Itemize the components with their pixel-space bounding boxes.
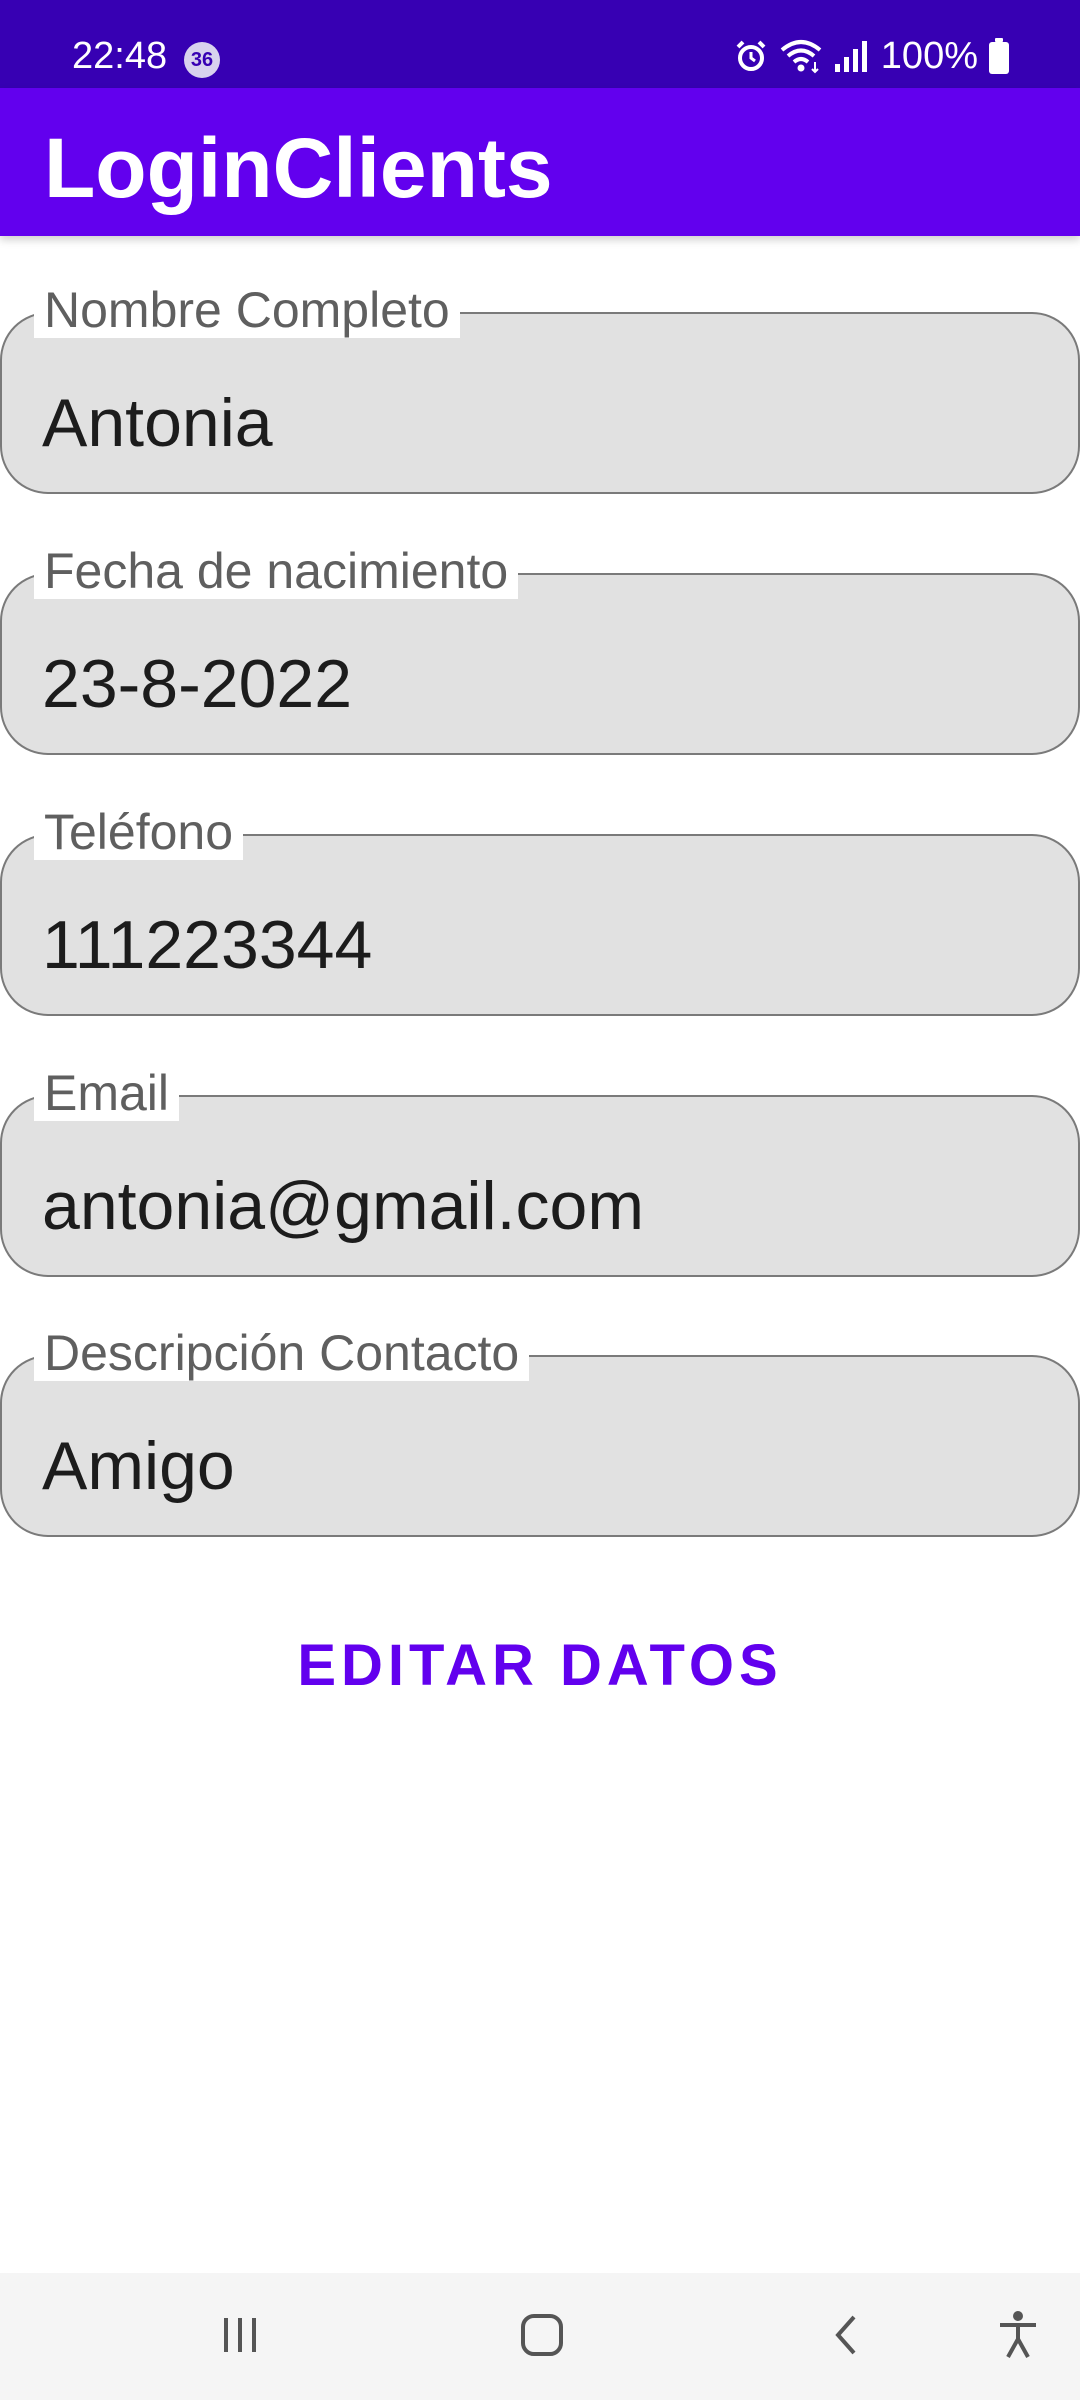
field-label: Email [34, 1065, 180, 1121]
field-descripcion-contacto[interactable]: Descripción Contacto Amigo [0, 1325, 1080, 1537]
status-icons: 100% [733, 34, 1010, 78]
signal-icon [833, 38, 867, 74]
wifi-icon [779, 38, 823, 74]
field-fecha-nacimiento[interactable]: Fecha de nacimiento 23-8-2022 [0, 543, 1080, 755]
accessibility-button[interactable] [976, 2295, 1060, 2379]
battery-percent: 100% [880, 35, 978, 77]
fecha-input[interactable]: 23-8-2022 [42, 645, 1022, 723]
field-telefono[interactable]: Teléfono 111223344 [0, 804, 1080, 1016]
edit-data-button[interactable]: EDITAR DATOS [240, 1620, 840, 1710]
status-time: 22:48 [72, 35, 168, 77]
navigation-bar [0, 2273, 1080, 2400]
telefono-input[interactable]: 111223344 [42, 906, 1022, 984]
back-icon [826, 2311, 866, 2364]
field-nombre-completo[interactable]: Nombre Completo Antonia [0, 282, 1080, 494]
home-button[interactable] [500, 2295, 584, 2379]
field-label: Fecha de nacimiento [34, 543, 519, 599]
recents-button[interactable] [198, 2295, 282, 2379]
home-icon [518, 2311, 566, 2364]
field-label: Descripción Contacto [34, 1325, 530, 1381]
field-label: Teléfono [34, 804, 244, 860]
alarm-icon [733, 38, 769, 74]
email-input[interactable]: antonia@gmail.com [42, 1167, 1022, 1245]
nombre-input[interactable]: Antonia [42, 384, 1022, 462]
notification-badge: 36 [184, 42, 220, 78]
status-bar: 22:48 36 100% [0, 0, 1080, 88]
descripcion-input[interactable]: Amigo [42, 1427, 1022, 1505]
app-title: LoginClients [44, 121, 553, 215]
accessibility-icon [996, 2309, 1040, 2366]
app-bar: LoginClients [0, 88, 1080, 236]
back-button[interactable] [804, 2295, 888, 2379]
battery-icon [988, 37, 1010, 75]
field-label: Nombre Completo [34, 282, 460, 338]
recents-icon [218, 2313, 262, 2362]
field-email[interactable]: Email antonia@gmail.com [0, 1065, 1080, 1277]
screen: 22:48 36 100% LoginClients Nombre Comple… [0, 0, 1080, 2400]
